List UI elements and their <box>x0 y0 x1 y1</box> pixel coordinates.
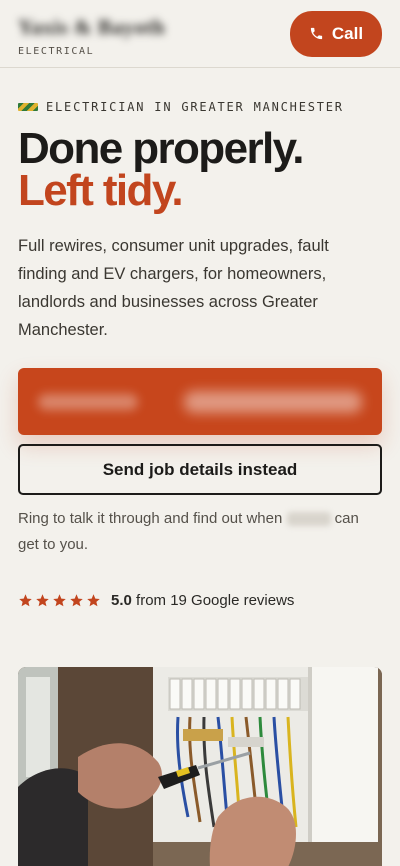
reviews-rating[interactable]: 5.0 from 19 Google reviews <box>18 592 294 609</box>
brand[interactable]: Yaxis & Bayoth ELECTRICAL <box>18 11 165 57</box>
star-icon <box>53 594 66 607</box>
call-button[interactable]: Call <box>290 10 382 57</box>
rating-text: 5.0 from 19 Google reviews <box>111 592 294 609</box>
flag-icon <box>18 103 38 111</box>
star-icon <box>87 594 100 607</box>
phone-number-redacted <box>184 390 362 413</box>
star-icon <box>70 594 83 607</box>
brand-subtitle: ELECTRICAL <box>18 45 95 57</box>
name-redacted <box>286 512 331 527</box>
send-job-details-button[interactable]: Send job details instead <box>18 444 382 495</box>
intro-paragraph: Full rewires, consumer unit upgrades, fa… <box>18 237 329 339</box>
phone-icon <box>310 27 323 40</box>
phone-number-button[interactable] <box>18 368 382 435</box>
electrician-photo-illustration <box>18 667 382 866</box>
call-button-label: Call <box>331 23 364 43</box>
page: Yaxis & Bayoth ELECTRICAL Call ELECTRICI… <box>0 0 400 866</box>
rating-label: from 19 Google reviews <box>136 592 295 609</box>
electrician-photo <box>18 667 382 866</box>
call-note-start: Ring to talk it through and find out whe… <box>18 510 287 527</box>
eyebrow-text: ELECTRICIAN IN GREATER MANCHESTER <box>46 100 344 114</box>
headline-line-2: Left tidy. <box>18 166 184 215</box>
star-icon <box>36 594 49 607</box>
rating-score: 5.0 <box>111 592 132 609</box>
phone-label-redacted <box>38 393 138 410</box>
site-header: Yaxis & Bayoth ELECTRICAL Call <box>0 0 400 68</box>
send-job-details-label: Send job details instead <box>102 459 298 479</box>
star-rating <box>18 593 101 608</box>
page-title: Done properly. Left tidy. <box>18 124 304 215</box>
eyebrow: ELECTRICIAN IN GREATER MANCHESTER <box>18 100 344 114</box>
star-icon <box>19 594 32 607</box>
call-note: Ring to talk it through and find out whe… <box>18 506 382 558</box>
brand-name: Yaxis & Bayoth <box>18 14 166 39</box>
headline-line-1: Done properly. <box>18 124 304 173</box>
